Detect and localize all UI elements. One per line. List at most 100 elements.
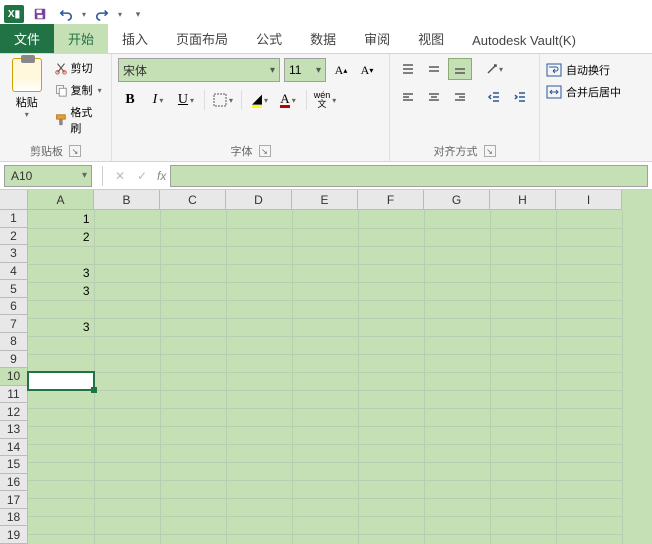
tab-insert[interactable]: 插入	[108, 24, 162, 53]
row-header[interactable]: 12	[0, 403, 28, 421]
cell[interactable]	[490, 516, 556, 534]
cell[interactable]	[94, 318, 160, 336]
cell[interactable]	[94, 534, 160, 544]
cell[interactable]	[424, 426, 490, 444]
wrap-text-button[interactable]: 自动换行	[546, 62, 646, 78]
cell[interactable]	[556, 480, 622, 498]
cell[interactable]	[490, 282, 556, 300]
cell[interactable]	[160, 282, 226, 300]
cell[interactable]	[226, 264, 292, 282]
cell[interactable]	[94, 462, 160, 480]
italic-button[interactable]: I	[146, 88, 170, 112]
row-header[interactable]: 19	[0, 526, 28, 544]
row-header[interactable]: 13	[0, 421, 28, 439]
cell[interactable]	[424, 228, 490, 246]
cell[interactable]	[556, 264, 622, 282]
cell[interactable]	[160, 336, 226, 354]
cell[interactable]	[94, 264, 160, 282]
merge-center-button[interactable]: 合并后居中	[546, 84, 646, 100]
redo-icon[interactable]	[92, 4, 112, 24]
column-header[interactable]: F	[358, 190, 424, 210]
cell[interactable]	[226, 534, 292, 544]
tab-view[interactable]: 视图	[404, 24, 458, 53]
cell[interactable]	[226, 408, 292, 426]
cell[interactable]	[226, 462, 292, 480]
cell[interactable]	[556, 336, 622, 354]
tab-home[interactable]: 开始	[54, 24, 108, 53]
column-header[interactable]: H	[490, 190, 556, 210]
cell[interactable]	[424, 372, 490, 390]
cell[interactable]	[28, 300, 94, 318]
cell[interactable]	[292, 336, 358, 354]
cell[interactable]	[358, 282, 424, 300]
cell[interactable]	[292, 264, 358, 282]
cell[interactable]	[28, 498, 94, 516]
cell[interactable]	[556, 210, 622, 228]
column-header[interactable]: D	[226, 190, 292, 210]
fx-icon[interactable]: fx	[157, 169, 166, 183]
cell[interactable]	[424, 210, 490, 228]
orientation-button[interactable]: ▾	[482, 58, 506, 80]
cell[interactable]	[556, 444, 622, 462]
cell[interactable]	[490, 444, 556, 462]
cell[interactable]	[556, 408, 622, 426]
cell[interactable]	[94, 426, 160, 444]
increase-indent-button[interactable]	[508, 86, 532, 108]
cell[interactable]	[358, 300, 424, 318]
cell[interactable]	[556, 282, 622, 300]
cell[interactable]	[358, 480, 424, 498]
cell[interactable]: 3	[28, 318, 94, 336]
align-top-button[interactable]	[396, 58, 420, 80]
row-header[interactable]: 14	[0, 439, 28, 457]
cell[interactable]	[94, 480, 160, 498]
cell[interactable]	[490, 534, 556, 544]
cell[interactable]	[490, 228, 556, 246]
cell[interactable]	[556, 426, 622, 444]
cell[interactable]	[424, 264, 490, 282]
cell[interactable]	[424, 534, 490, 544]
tab-autodesk-vault[interactable]: Autodesk Vault(K)	[458, 28, 590, 53]
cell[interactable]	[424, 516, 490, 534]
fill-color-button[interactable]: ◢	[248, 88, 272, 112]
align-middle-button[interactable]	[422, 58, 446, 80]
cell[interactable]	[292, 282, 358, 300]
format-painter-button[interactable]: 格式刷	[52, 102, 105, 138]
cell[interactable]	[556, 372, 622, 390]
cell[interactable]	[556, 318, 622, 336]
cell[interactable]	[358, 264, 424, 282]
cell[interactable]	[424, 282, 490, 300]
align-left-button[interactable]	[396, 86, 420, 108]
bold-button[interactable]: B	[118, 88, 142, 112]
cell[interactable]	[226, 516, 292, 534]
cell[interactable]	[160, 264, 226, 282]
cell[interactable]	[358, 444, 424, 462]
cell[interactable]	[28, 390, 94, 408]
cell[interactable]	[226, 498, 292, 516]
cell[interactable]	[424, 498, 490, 516]
cell[interactable]: 1	[28, 210, 94, 228]
cell[interactable]	[94, 300, 160, 318]
decrease-indent-button[interactable]	[482, 86, 506, 108]
cell[interactable]	[160, 498, 226, 516]
column-header[interactable]: E	[292, 190, 358, 210]
cell[interactable]	[490, 462, 556, 480]
row-header[interactable]: 15	[0, 456, 28, 474]
cell[interactable]	[226, 336, 292, 354]
cell[interactable]	[556, 354, 622, 372]
cell[interactable]	[490, 300, 556, 318]
qat-customize-icon[interactable]: ▾	[128, 4, 148, 24]
cell[interactable]	[292, 372, 358, 390]
cell[interactable]	[160, 300, 226, 318]
cell[interactable]	[490, 264, 556, 282]
cell[interactable]	[226, 228, 292, 246]
cell[interactable]	[424, 480, 490, 498]
cell[interactable]	[226, 390, 292, 408]
cell[interactable]	[28, 336, 94, 354]
cell[interactable]	[490, 354, 556, 372]
clipboard-dialog-launcher[interactable]: ↘	[69, 145, 81, 157]
cell[interactable]	[94, 516, 160, 534]
cell[interactable]: 3	[28, 282, 94, 300]
cell[interactable]	[226, 246, 292, 264]
cell[interactable]	[292, 318, 358, 336]
cell[interactable]	[292, 534, 358, 544]
